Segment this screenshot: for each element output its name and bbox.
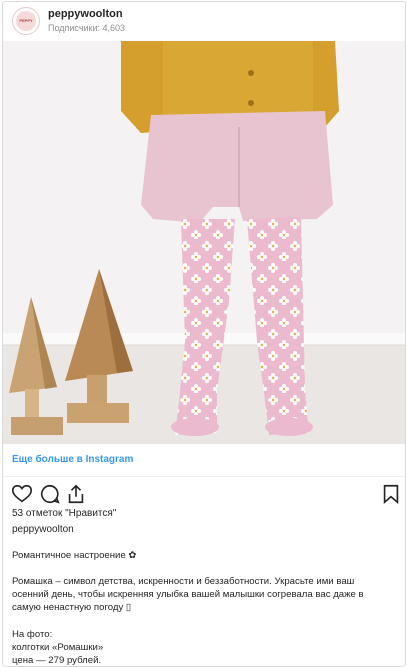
avatar-logo: PEPPY [16,11,36,31]
caption-photo-label: На фото: [12,629,53,640]
post-header: PEPPY peppywoolton Подписчики: 4,603 [3,2,405,41]
comment-icon[interactable] [39,483,61,505]
photo-illustration [3,41,405,444]
avatar[interactable]: PEPPY [12,7,40,35]
like-count[interactable]: 53 отметок "Нравится" [12,508,116,519]
caption-price: цена — 279 рублей. [12,655,102,666]
view-more-on-instagram-link[interactable]: Еще больше в Instagram [12,454,133,465]
post-author[interactable]: peppywoolton [12,524,74,535]
post-photo[interactable] [3,41,405,444]
caption-title: Романтичное настроение ✿ [12,550,137,561]
follower-count: Подписчики: 4,603 [48,23,126,33]
username-link[interactable]: peppywoolton [48,8,123,20]
instagram-embed-card: PEPPY peppywoolton Подписчики: 4,603 Еще… [2,1,406,667]
caption-item: колготки «Ромашки» [12,642,104,653]
share-icon[interactable] [65,483,87,505]
caption-line-3: самую ненастную погоду ▯ [12,602,132,613]
caption-line-1: Ромашка – символ детства, искренности и … [12,576,355,587]
bookmark-icon[interactable] [380,483,402,505]
view-more-link-row: Еще больше в Instagram [3,444,405,477]
action-bar [3,478,405,508]
heart-icon[interactable] [11,483,33,505]
avatar-logo-text: PEPPY [19,18,33,23]
caption-line-2: осенний день, чтобы искренняя улыбка ваш… [12,589,364,600]
